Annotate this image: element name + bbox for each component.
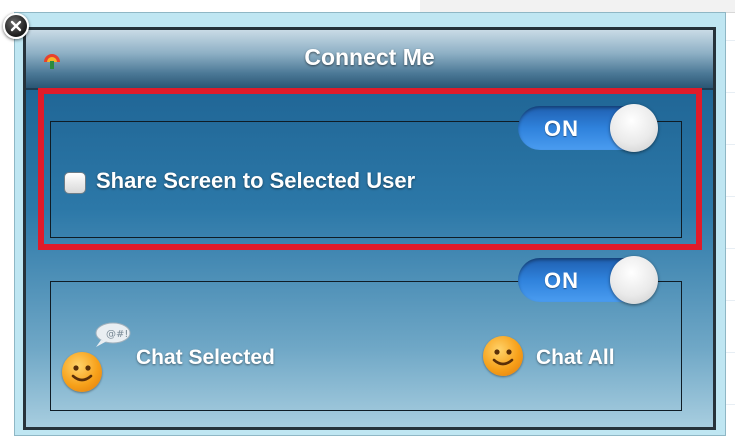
dialog-title: Connect Me [304,44,435,70]
chat-selected-button[interactable]: Chat Selected [136,346,275,370]
chat-toggle[interactable]: ON [518,256,658,304]
screen: Connect Me Share Screen to Selected User… [0,0,735,442]
toggle-knob [610,256,658,304]
title-bar: Connect Me [26,30,713,90]
red-highlight-box [38,88,702,250]
chat-all-icon[interactable] [483,336,523,376]
speech-bubble-icon: @#! [93,322,131,348]
chat-selected-icon[interactable] [62,352,102,392]
chat-toggle-state: ON [544,268,579,293]
chat-all-button[interactable]: Chat All [536,346,615,370]
close-icon[interactable] [3,13,29,39]
svg-text:@#!: @#! [106,329,128,340]
